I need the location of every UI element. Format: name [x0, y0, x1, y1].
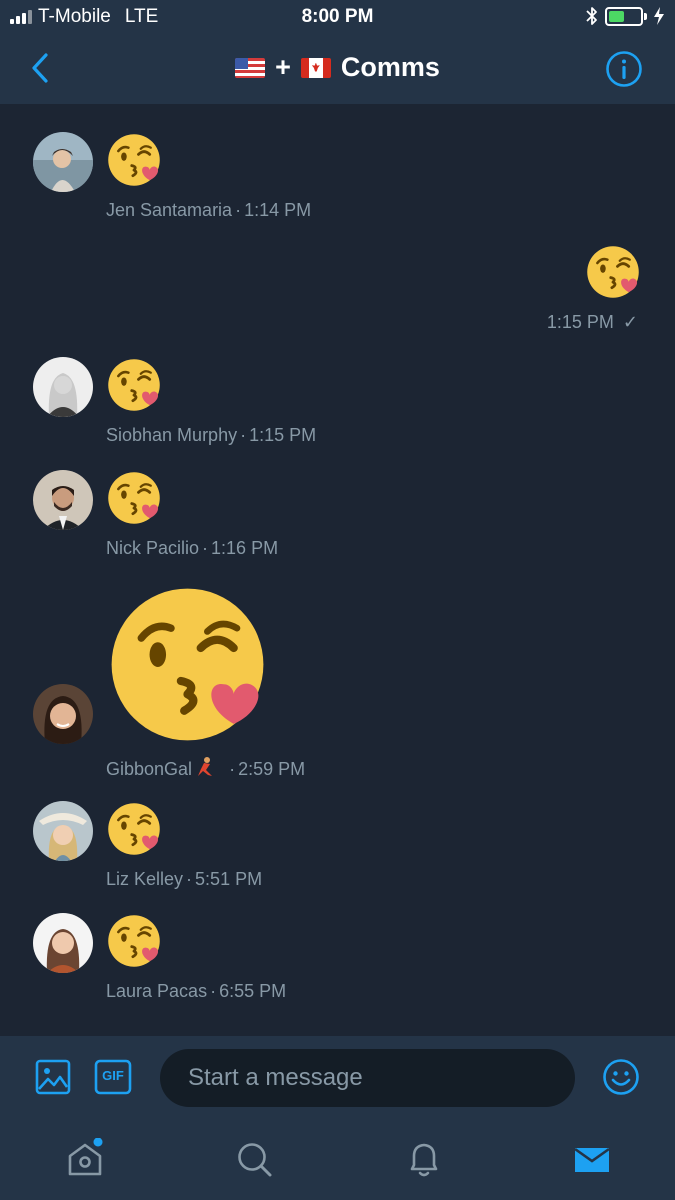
title-plus: +	[275, 52, 291, 82]
charging-icon	[654, 7, 664, 25]
kissing-face-emoji[interactable]	[106, 132, 162, 188]
dm-conversation-screen: T-Mobile LTE 8:00 PM + Comms Jen Santama…	[0, 0, 675, 1200]
message-item: Nick Pacilio · 1:16 PM	[0, 470, 675, 560]
outgoing-message-item: 1:15 PM ✓	[0, 244, 675, 336]
message-item: GibbonGal · 2:59 PM	[0, 580, 675, 780]
bottom-tab-bar	[0, 1120, 675, 1200]
meta-separator: ·	[186, 869, 193, 889]
avatar[interactable]	[33, 132, 93, 192]
meta-separator: ·	[229, 759, 236, 779]
avatar[interactable]	[33, 357, 93, 417]
home-icon	[68, 1137, 103, 1176]
dancer-emoji	[198, 757, 213, 776]
avatar-photo	[33, 684, 93, 744]
avatar[interactable]	[33, 913, 93, 973]
info-circle-icon	[606, 51, 642, 87]
avatar-photo	[33, 801, 93, 861]
kissing-face-emoji[interactable]	[585, 244, 641, 300]
tab-search[interactable]	[233, 1138, 275, 1180]
title-text: Comms	[340, 52, 440, 82]
avatar-photo	[33, 470, 93, 530]
conversation-header: + Comms	[0, 36, 675, 104]
status-time: 8:00 PM	[301, 6, 374, 27]
messages-icon	[574, 1147, 610, 1172]
tab-home[interactable]	[64, 1137, 106, 1180]
canada-flag-icon	[300, 57, 331, 78]
sender-name: Nick Pacilio	[106, 538, 200, 558]
message-item: Liz Kelley · 5:51 PM	[0, 801, 675, 891]
meta-separator: ·	[240, 425, 247, 445]
meta-separator: ·	[235, 200, 242, 220]
status-bar: T-Mobile LTE 8:00 PM	[0, 0, 675, 36]
sender-name: Jen Santamaria	[106, 200, 233, 220]
bluetooth-icon	[586, 7, 597, 25]
message-time: 6:55 PM	[219, 981, 287, 1001]
avatar[interactable]	[33, 470, 93, 530]
message-input[interactable]	[160, 1049, 575, 1107]
meta-separator: ·	[202, 538, 209, 558]
notifications-icon	[410, 1143, 438, 1177]
message-time: 1:15 PM	[249, 425, 317, 445]
meta-separator: ·	[210, 981, 217, 1001]
avatar[interactable]	[33, 684, 93, 744]
kissing-face-emoji[interactable]	[106, 470, 162, 526]
tab-messages[interactable]	[571, 1138, 613, 1180]
add-photo-button[interactable]	[34, 1058, 72, 1096]
message-item: Laura Pacas · 6:55 PM	[0, 913, 675, 1003]
avatar-photo	[33, 913, 93, 973]
sender-name: GibbonGal	[106, 759, 193, 779]
battery-icon	[605, 6, 647, 26]
message-time: 1:16 PM	[211, 538, 279, 558]
sender-name: Laura Pacas	[106, 981, 208, 1001]
add-gif-button[interactable]: GIF	[94, 1058, 132, 1096]
message-item: Jen Santamaria · 1:14 PM	[0, 132, 675, 222]
kissing-face-emoji[interactable]	[106, 357, 162, 413]
tab-notifications[interactable]	[403, 1138, 445, 1180]
message-item: Siobhan Murphy · 1:15 PM	[0, 357, 675, 447]
search-icon	[238, 1143, 272, 1177]
smiley-icon	[603, 1059, 639, 1095]
avatar[interactable]	[33, 801, 93, 861]
avatar-photo	[33, 132, 93, 192]
message-time: 1:15 PM	[546, 312, 614, 332]
kissing-face-emoji[interactable]	[106, 913, 162, 969]
info-button[interactable]	[605, 50, 643, 88]
emoji-picker-button[interactable]	[602, 1058, 640, 1096]
gif-label: GIF	[102, 1068, 124, 1083]
message-time: 2:59 PM	[238, 759, 306, 779]
conversation-title[interactable]: + Comms	[0, 52, 675, 83]
read-check-icon: ✓	[622, 312, 638, 332]
sender-name: Liz Kelley	[106, 869, 184, 889]
sender-name: Siobhan Murphy	[106, 425, 238, 445]
kissing-face-emoji-large[interactable]	[105, 582, 270, 747]
avatar-photo	[33, 357, 93, 417]
message-time: 5:51 PM	[195, 869, 263, 889]
image-icon	[35, 1059, 71, 1095]
message-time: 1:14 PM	[244, 200, 312, 220]
us-flag-icon	[235, 57, 266, 78]
kissing-face-emoji[interactable]	[106, 801, 162, 857]
message-composer: GIF	[0, 1036, 675, 1120]
